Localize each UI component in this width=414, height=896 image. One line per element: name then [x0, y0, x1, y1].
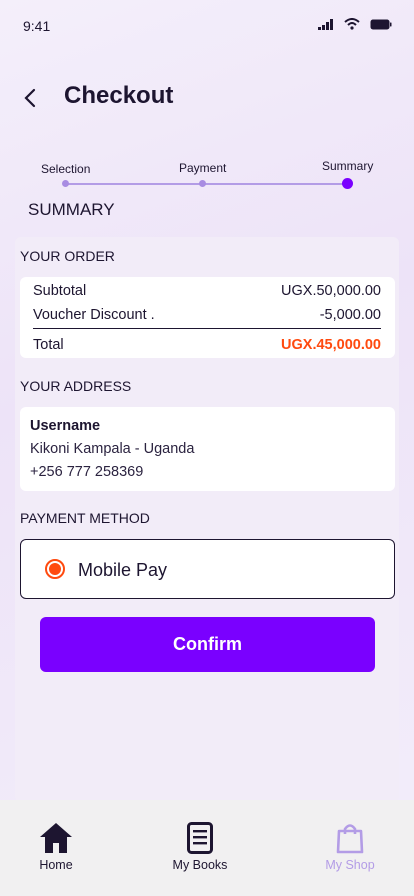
cellular-signal-icon [318, 18, 333, 30]
status-bar: 9:41 [0, 0, 414, 50]
radio-selected-dot [49, 563, 61, 575]
nav-my-books[interactable]: My Books [155, 822, 245, 872]
address-title: YOUR ADDRESS [20, 378, 132, 394]
payment-option-label: Mobile Pay [78, 560, 168, 580]
summary-heading: SUMMARY [28, 200, 115, 219]
nav-my-books-label: My Books [172, 858, 228, 872]
nav-home-label: Home [39, 858, 73, 872]
nav-my-shop-label: My Shop [325, 858, 375, 872]
step-label-selection: Selection [41, 162, 91, 176]
status-time: 9:41 [23, 18, 51, 34]
step-label-payment: Payment [179, 161, 227, 175]
radio-button[interactable] [45, 559, 65, 579]
subtotal-value: UGX.50,000.00 [281, 283, 381, 299]
shopping-bag-icon [336, 824, 364, 854]
address-name: Username [30, 418, 101, 434]
header: Checkout [0, 78, 414, 118]
discount-value: -5,000.00 [319, 307, 381, 323]
total-value: UGX.45,000.00 [281, 337, 381, 353]
payment-option-mobile-pay[interactable]: Mobile Pay [20, 539, 395, 599]
address-box: Username Kikoni Kampala - Uganda +256 77… [20, 407, 395, 491]
subtotal-label: Subtotal [33, 283, 87, 299]
discount-row: Voucher Discount . -5,000.00 [33, 307, 381, 323]
book-icon [187, 822, 213, 854]
page-title: Checkout [64, 82, 174, 109]
step-label-summary: Summary [322, 159, 374, 173]
subtotal-row: Subtotal UGX.50,000.00 [33, 283, 381, 299]
checkout-stepper: Selection Payment Summary [0, 158, 414, 198]
payment-title: PAYMENT METHOD [20, 510, 150, 526]
order-title: YOUR ORDER [20, 248, 115, 264]
total-label: Total [33, 337, 64, 353]
step-dot-selection [62, 180, 69, 187]
order-box: Subtotal UGX.50,000.00 Voucher Discount … [20, 277, 395, 358]
address-phone: +256 777 258369 [30, 464, 144, 480]
step-dot-payment [199, 180, 206, 187]
wifi-icon [344, 18, 360, 30]
chevron-left-icon [24, 88, 36, 108]
status-icons [318, 18, 392, 30]
bottom-nav: Home My Books My Shop [0, 800, 414, 896]
stepper-line [65, 183, 348, 185]
address-line: Kikoni Kampala - Uganda [30, 441, 195, 457]
step-dot-summary [342, 178, 353, 189]
nav-home[interactable]: Home [11, 822, 101, 872]
discount-label: Voucher Discount . [33, 307, 155, 323]
battery-icon [370, 19, 392, 29]
confirm-button[interactable]: Confirm [40, 617, 375, 672]
home-icon [40, 823, 72, 853]
back-button[interactable] [16, 82, 44, 114]
total-row: Total UGX.45,000.00 [33, 337, 381, 353]
nav-my-shop[interactable]: My Shop [305, 822, 395, 872]
order-divider [33, 328, 381, 329]
